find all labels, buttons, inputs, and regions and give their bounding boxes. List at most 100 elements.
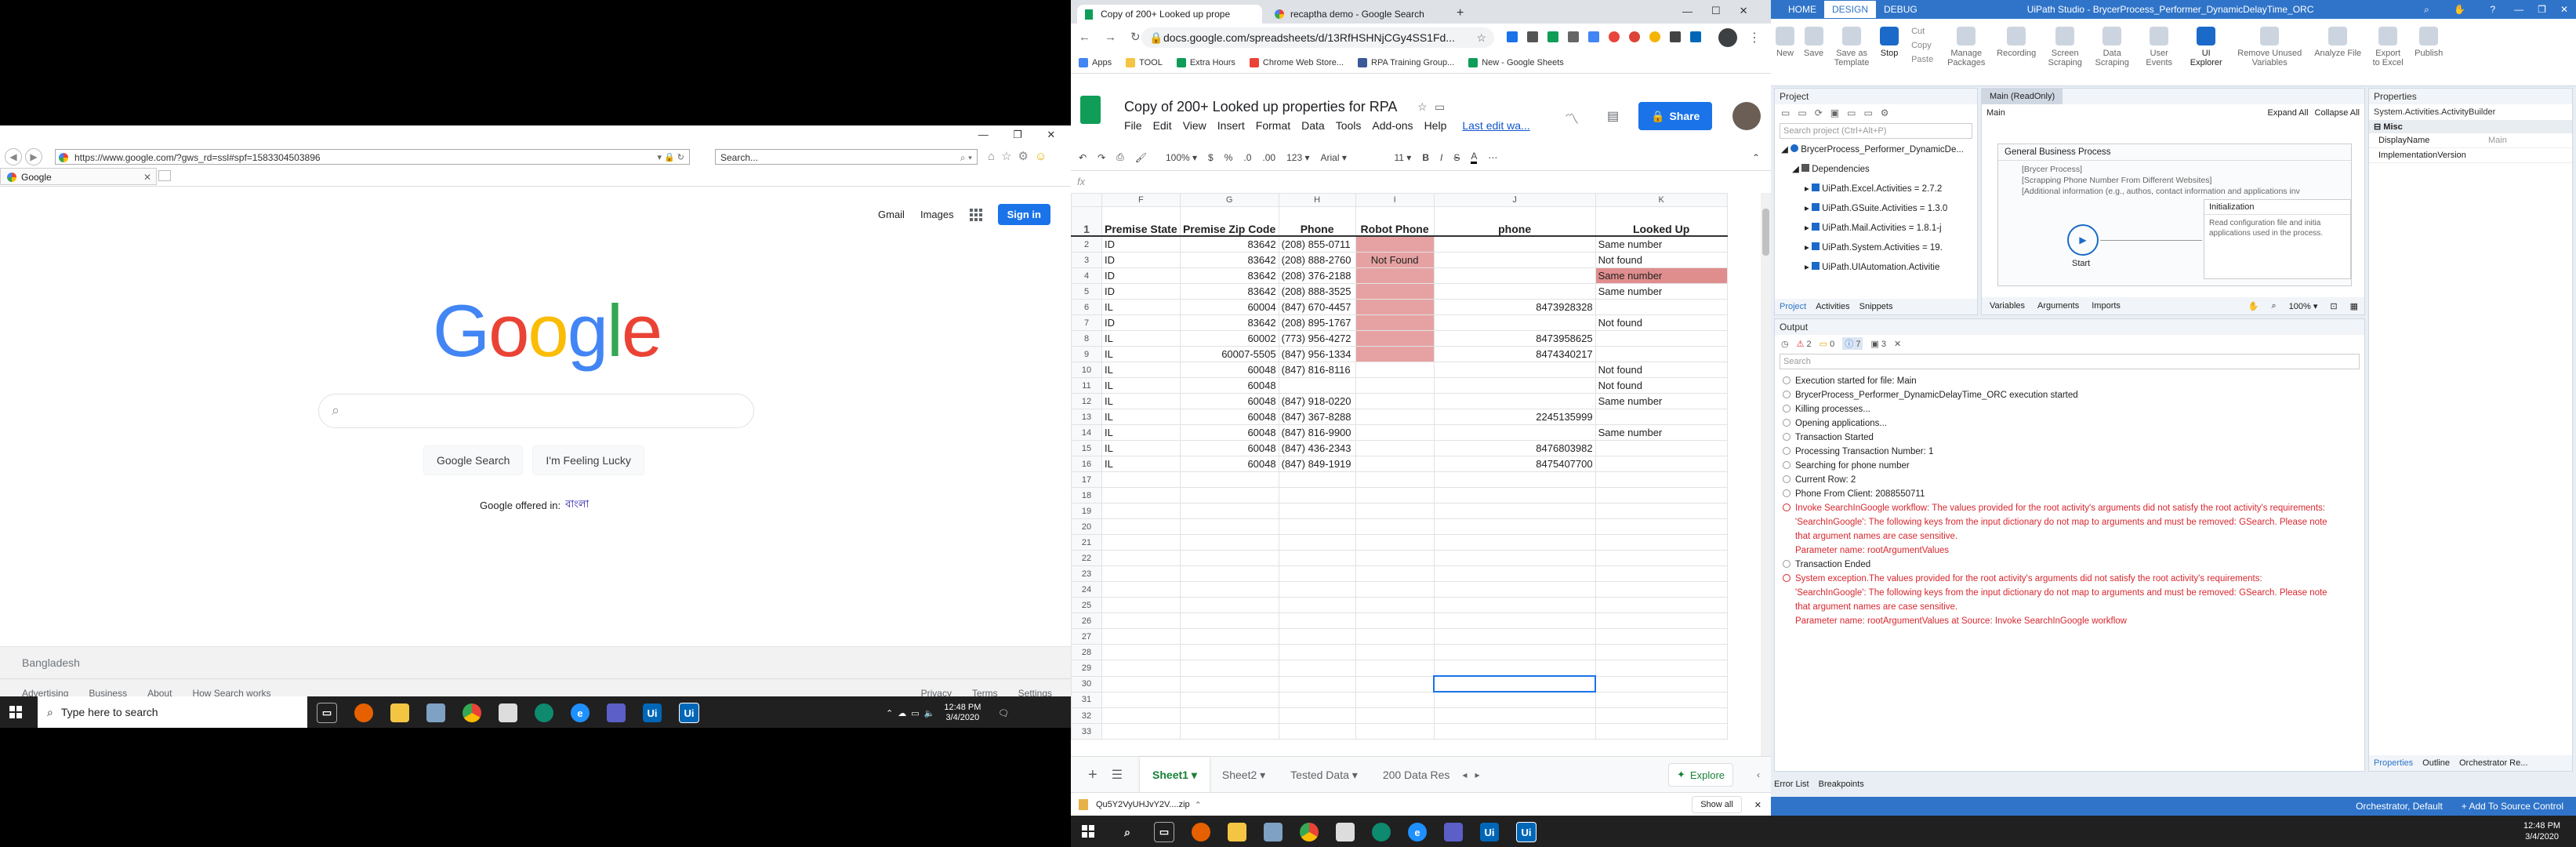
toolbar-icon[interactable]: ▭: [1798, 107, 1806, 118]
grid-cell[interactable]: [1179, 597, 1279, 613]
grid-cell[interactable]: [1595, 723, 1728, 740]
grid-cell[interactable]: [1278, 723, 1356, 740]
grid-cell[interactable]: [1278, 471, 1356, 488]
grid-cell[interactable]: ID: [1101, 314, 1181, 331]
grid-cell[interactable]: [1278, 518, 1356, 535]
grid-cell[interactable]: IL: [1101, 440, 1181, 456]
grid-cell[interactable]: 8475407700: [1433, 456, 1596, 472]
grid-cell[interactable]: [1278, 377, 1356, 394]
forward-icon[interactable]: ▶: [25, 148, 42, 165]
grid-cell[interactable]: [1595, 346, 1728, 362]
tab-breakpoints[interactable]: Breakpoints: [1819, 780, 1864, 789]
header-cell[interactable]: Robot Phone: [1355, 206, 1435, 237]
row-header[interactable]: 16: [1071, 456, 1102, 472]
grid-cell[interactable]: [1433, 424, 1596, 441]
grid-cell[interactable]: [1179, 581, 1279, 598]
grid-cell[interactable]: [1101, 518, 1181, 535]
error-filter[interactable]: ⚠ 2: [1797, 339, 1812, 349]
ie-icon[interactable]: e: [571, 703, 590, 722]
increase-decimal-button[interactable]: .00: [1262, 152, 1275, 163]
teams-icon[interactable]: [607, 703, 626, 722]
grid-cell[interactable]: [1179, 518, 1279, 535]
chrome-icon[interactable]: [1300, 823, 1319, 842]
grid-cell[interactable]: [1101, 660, 1181, 677]
grid-cell[interactable]: [1278, 691, 1356, 708]
folder-icon[interactable]: ▭: [1435, 100, 1445, 114]
output-line[interactable]: Phone From Client: 2088550711: [1775, 487, 2364, 501]
tab-outline[interactable]: Outline: [2422, 758, 2450, 768]
download-filename[interactable]: Qu5Y2VyUHJvY2V....zip: [1096, 800, 1190, 809]
remove-unused-variables-button[interactable]: Remove Unused Variables: [2234, 27, 2305, 67]
paint-format-icon[interactable]: 🖌: [1135, 152, 1147, 163]
extension-icon[interactable]: [1568, 31, 1579, 42]
row-header[interactable]: 19: [1071, 503, 1102, 519]
grid-cell[interactable]: [1355, 565, 1435, 582]
home-icon[interactable]: ⌂: [988, 150, 995, 163]
bookmark-extra-hours[interactable]: Extra Hours: [1176, 57, 1235, 67]
uipath-icon[interactable]: Ui: [1480, 823, 1499, 842]
grid-cell[interactable]: [1433, 471, 1596, 488]
grid-cell[interactable]: [1595, 440, 1728, 456]
grid-cell[interactable]: 83642: [1179, 252, 1279, 268]
sign-in-button[interactable]: Sign in: [997, 204, 1050, 225]
grid-cell[interactable]: 60048: [1179, 377, 1279, 394]
ribbon-tab-design[interactable]: DESIGN: [1824, 1, 1877, 18]
ribbon-tab-debug[interactable]: DEBUG: [1876, 4, 1925, 15]
grid-cell[interactable]: ID: [1101, 267, 1181, 284]
cloud-icon[interactable]: ☁: [898, 708, 906, 718]
grid-cell[interactable]: [1101, 534, 1181, 551]
all-sheets-icon[interactable]: ☰: [1112, 767, 1123, 783]
ie-search-box[interactable]: Search... ⌕ ▾: [715, 149, 978, 165]
grid-cell[interactable]: [1595, 471, 1728, 488]
tab-properties[interactable]: Properties: [2374, 758, 2413, 768]
header-cell[interactable]: Looked Up: [1595, 206, 1728, 237]
images-link[interactable]: Images: [920, 209, 954, 220]
menu-insert[interactable]: Insert: [1217, 119, 1245, 132]
star-icon[interactable]: ☆: [1417, 100, 1428, 114]
grid-cell[interactable]: [1101, 471, 1181, 488]
extension-icon[interactable]: [1690, 31, 1701, 42]
recording-button[interactable]: Recording: [1996, 27, 2037, 58]
minimize-icon[interactable]: —: [978, 129, 989, 143]
save-as-template-button[interactable]: Save as Template: [1833, 27, 1870, 67]
row-header[interactable]: 27: [1071, 628, 1102, 645]
menu-addons[interactable]: Add-ons: [1372, 119, 1413, 132]
row-header[interactable]: 21: [1071, 534, 1102, 551]
grid-cell[interactable]: Not found: [1595, 377, 1728, 394]
grid-cell[interactable]: [1278, 581, 1356, 598]
grid-cell[interactable]: 60007-5505: [1179, 346, 1279, 362]
grid-cell[interactable]: [1355, 613, 1435, 629]
sheet-tab-tested-data[interactable]: Tested Data ▾: [1278, 757, 1370, 793]
pan-icon[interactable]: ✋: [2248, 301, 2259, 311]
grid-cell[interactable]: 60048: [1179, 362, 1279, 378]
grid-cell[interactable]: 60048: [1179, 456, 1279, 472]
row-header[interactable]: 24: [1071, 581, 1102, 598]
output-line[interactable]: Transaction Started: [1775, 431, 2364, 445]
property-value[interactable]: Main: [2488, 136, 2507, 145]
ui-explorer-button[interactable]: UI Explorer: [2187, 27, 2225, 67]
grid-cell[interactable]: (847) 849-1919: [1278, 456, 1356, 472]
grid-cell[interactable]: (208) 855-0711: [1278, 235, 1356, 253]
grid-cell[interactable]: [1179, 644, 1279, 660]
properties-section[interactable]: ⊟ Misc: [2369, 120, 2572, 133]
file-explorer-icon[interactable]: [1228, 823, 1246, 842]
grid-cell[interactable]: [1355, 314, 1435, 331]
output-error-line[interactable]: Parameter name: rootArgumentValues at So…: [1775, 614, 2364, 628]
minimize-icon[interactable]: —: [1682, 5, 1693, 17]
grid-cell[interactable]: [1595, 534, 1728, 551]
row-header[interactable]: 22: [1071, 550, 1102, 566]
toolbar-icon[interactable]: ▣: [1830, 107, 1839, 118]
grid-cell[interactable]: [1355, 424, 1435, 441]
currency-button[interactable]: $: [1208, 152, 1214, 163]
toolbar-icon[interactable]: ⟳: [1815, 107, 1823, 118]
tab-google-search[interactable]: recaptha demo - Google Search: [1267, 5, 1450, 24]
grid-cell[interactable]: 60004: [1179, 299, 1279, 315]
clock-icon[interactable]: ◷: [1781, 339, 1789, 349]
grid-cell[interactable]: [1179, 503, 1279, 519]
grid-cell[interactable]: [1433, 314, 1596, 331]
row-header[interactable]: 8: [1071, 330, 1102, 347]
grid-cell[interactable]: [1179, 613, 1279, 629]
output-error-line[interactable]: 'SearchInGoogle': The following keys fro…: [1775, 586, 2364, 600]
feeling-lucky-button[interactable]: I'm Feeling Lucky: [532, 445, 644, 475]
smiley-icon[interactable]: ☺: [1035, 150, 1047, 163]
